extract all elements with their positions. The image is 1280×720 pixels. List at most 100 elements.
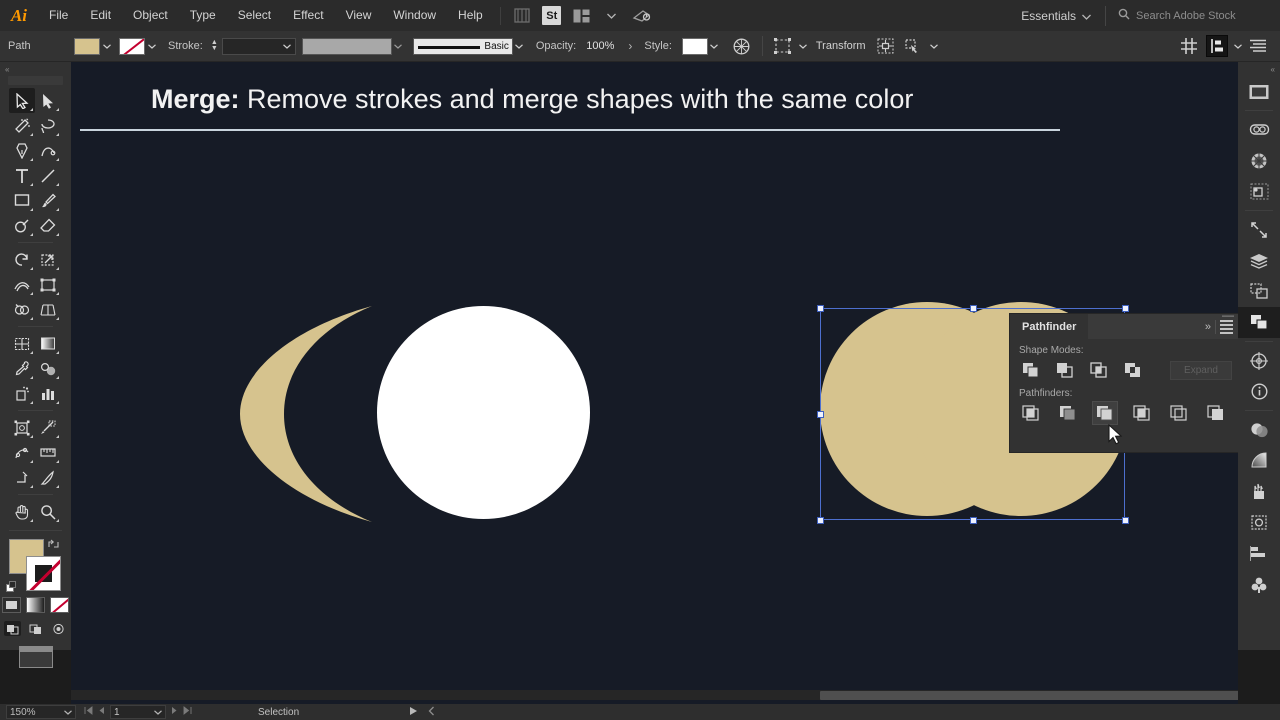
isolate-group-icon[interactable] bbox=[875, 35, 897, 57]
style-caret-icon[interactable] bbox=[708, 38, 721, 55]
symbol-sprayer-tool[interactable] bbox=[9, 381, 35, 406]
artboards-panel-icon[interactable] bbox=[1238, 76, 1280, 107]
align-panel-icon[interactable] bbox=[1238, 345, 1280, 376]
menu-file[interactable]: File bbox=[38, 0, 79, 31]
last-artboard-icon[interactable] bbox=[183, 706, 192, 718]
fill-dropdown-caret-icon[interactable] bbox=[100, 38, 113, 55]
double-chevron-icon[interactable]: » bbox=[1205, 321, 1211, 333]
menu-help[interactable]: Help bbox=[447, 0, 494, 31]
horizontal-scrollbar-thumb[interactable] bbox=[820, 691, 1238, 700]
distribute-caret-icon[interactable] bbox=[1231, 38, 1244, 55]
stroke-dropdown-caret-icon[interactable] bbox=[145, 38, 158, 55]
stroke-color-swatch[interactable] bbox=[119, 37, 145, 55]
menu-select[interactable]: Select bbox=[227, 0, 282, 31]
adobe-stock-icon[interactable]: St bbox=[539, 5, 565, 27]
scale-tool[interactable] bbox=[35, 247, 61, 272]
gradient-mode-button[interactable] bbox=[26, 597, 45, 613]
brushes-panel-icon[interactable] bbox=[1238, 476, 1280, 507]
zoom-level-dropdown[interactable]: 150% bbox=[6, 705, 76, 719]
eraser-tool[interactable] bbox=[35, 213, 61, 238]
draw-normal-button[interactable] bbox=[4, 621, 21, 636]
white-circle-shape[interactable] bbox=[377, 306, 590, 519]
stroke-swatch-large[interactable] bbox=[26, 556, 61, 591]
selection-handle-tr[interactable] bbox=[1122, 305, 1129, 312]
default-fill-stroke-icon[interactable] bbox=[6, 581, 18, 593]
select-similar-caret-icon[interactable] bbox=[797, 38, 810, 55]
next-artboard-icon[interactable] bbox=[171, 706, 178, 718]
select-similar-icon[interactable] bbox=[772, 35, 794, 57]
crop-button[interactable] bbox=[1129, 401, 1155, 425]
menu-effect[interactable]: Effect bbox=[282, 0, 334, 31]
properties-panel-icon[interactable] bbox=[1238, 176, 1280, 207]
merge-button[interactable] bbox=[1092, 401, 1118, 425]
toolbar-collapse-grip[interactable]: « bbox=[0, 62, 71, 76]
layers-panel-icon[interactable] bbox=[1238, 245, 1280, 276]
export-panel-icon[interactable] bbox=[1238, 214, 1280, 245]
stroke-profile-dropdown[interactable] bbox=[301, 37, 392, 55]
selection-handle-tl[interactable] bbox=[817, 305, 824, 312]
brush-caret-icon[interactable] bbox=[513, 38, 526, 55]
swatches-panel-icon[interactable] bbox=[1238, 569, 1280, 600]
exclude-button[interactable] bbox=[1120, 358, 1146, 382]
chevron-down-icon[interactable] bbox=[599, 5, 625, 27]
artboard-number-dropdown[interactable]: 1 bbox=[110, 705, 166, 719]
bridge-icon[interactable] bbox=[509, 5, 535, 27]
switch-workspace-icon[interactable] bbox=[629, 5, 655, 27]
minus-front-button[interactable] bbox=[1052, 358, 1078, 382]
workspace-switcher[interactable]: Essentials bbox=[1011, 4, 1101, 27]
blend-tool[interactable] bbox=[35, 356, 61, 381]
selection-handle-ml[interactable] bbox=[817, 411, 824, 418]
stock-search-input[interactable]: Search Adobe Stock bbox=[1110, 5, 1280, 26]
column-graph-tool[interactable] bbox=[35, 381, 61, 406]
symbols-panel-icon[interactable] bbox=[1238, 507, 1280, 538]
free-transform-tool[interactable] bbox=[35, 272, 61, 297]
trim-button[interactable] bbox=[1055, 401, 1081, 425]
selection-handle-bc[interactable] bbox=[970, 517, 977, 524]
perspective-grid-tool[interactable] bbox=[35, 297, 61, 322]
width-tool[interactable] bbox=[9, 272, 35, 297]
knife-tool[interactable] bbox=[35, 465, 61, 490]
draw-inside-button[interactable] bbox=[50, 621, 67, 636]
transform-panel-icon[interactable] bbox=[1238, 276, 1280, 307]
distribute-icon[interactable] bbox=[1206, 35, 1228, 57]
opacity-value[interactable]: 100% bbox=[586, 40, 614, 52]
transform-button[interactable]: Transform bbox=[810, 40, 872, 52]
mesh-tool[interactable] bbox=[9, 331, 35, 356]
color-panel-icon[interactable] bbox=[1238, 145, 1280, 176]
minus-back-button[interactable] bbox=[1203, 401, 1229, 425]
align-grid-icon[interactable] bbox=[1178, 35, 1200, 57]
menu-window[interactable]: Window bbox=[382, 0, 447, 31]
paragraph-panel-icon[interactable] bbox=[1238, 538, 1280, 569]
color-mode-button[interactable] bbox=[2, 597, 21, 613]
expand-button[interactable]: Expand bbox=[1170, 360, 1232, 380]
dock-collapse-grip[interactable]: « bbox=[1238, 62, 1280, 76]
opacity-options-arrow-icon[interactable]: › bbox=[628, 39, 632, 53]
previous-artboard-icon[interactable] bbox=[98, 706, 105, 718]
paintbrush-tool[interactable] bbox=[35, 188, 61, 213]
scissors-tool[interactable] bbox=[9, 465, 35, 490]
graphic-style-swatch[interactable] bbox=[681, 37, 708, 55]
slice-tool[interactable] bbox=[35, 415, 61, 440]
magic-wand-tool[interactable] bbox=[9, 113, 35, 138]
selection-handle-br[interactable] bbox=[1122, 517, 1129, 524]
lasso-tool[interactable] bbox=[35, 113, 61, 138]
stroke-weight-stepper[interactable]: ▲ ▼ bbox=[209, 38, 220, 55]
gradient-panel-icon[interactable] bbox=[1238, 445, 1280, 476]
pathfinder-panel-icon[interactable] bbox=[1238, 307, 1280, 338]
selection-tool[interactable] bbox=[9, 88, 35, 113]
brush-definition-dropdown[interactable]: Basic bbox=[412, 37, 513, 55]
hand-tool[interactable] bbox=[9, 499, 35, 524]
selection-handle-tc[interactable] bbox=[970, 305, 977, 312]
type-tool[interactable] bbox=[9, 163, 35, 188]
play-icon[interactable] bbox=[409, 706, 418, 719]
arrange-objects-icon[interactable] bbox=[903, 35, 925, 57]
rectangle-tool[interactable] bbox=[9, 188, 35, 213]
stroke-weight-input[interactable] bbox=[221, 37, 296, 55]
panel-close-icon[interactable]: — bbox=[1222, 308, 1234, 322]
shape-builder-tool[interactable] bbox=[9, 297, 35, 322]
gradient-tool[interactable] bbox=[35, 331, 61, 356]
transparency-panel-icon[interactable] bbox=[1238, 414, 1280, 445]
fill-color-swatch[interactable] bbox=[74, 37, 100, 55]
shaper-tool[interactable] bbox=[9, 213, 35, 238]
current-tool-label[interactable]: Selection bbox=[258, 707, 299, 718]
